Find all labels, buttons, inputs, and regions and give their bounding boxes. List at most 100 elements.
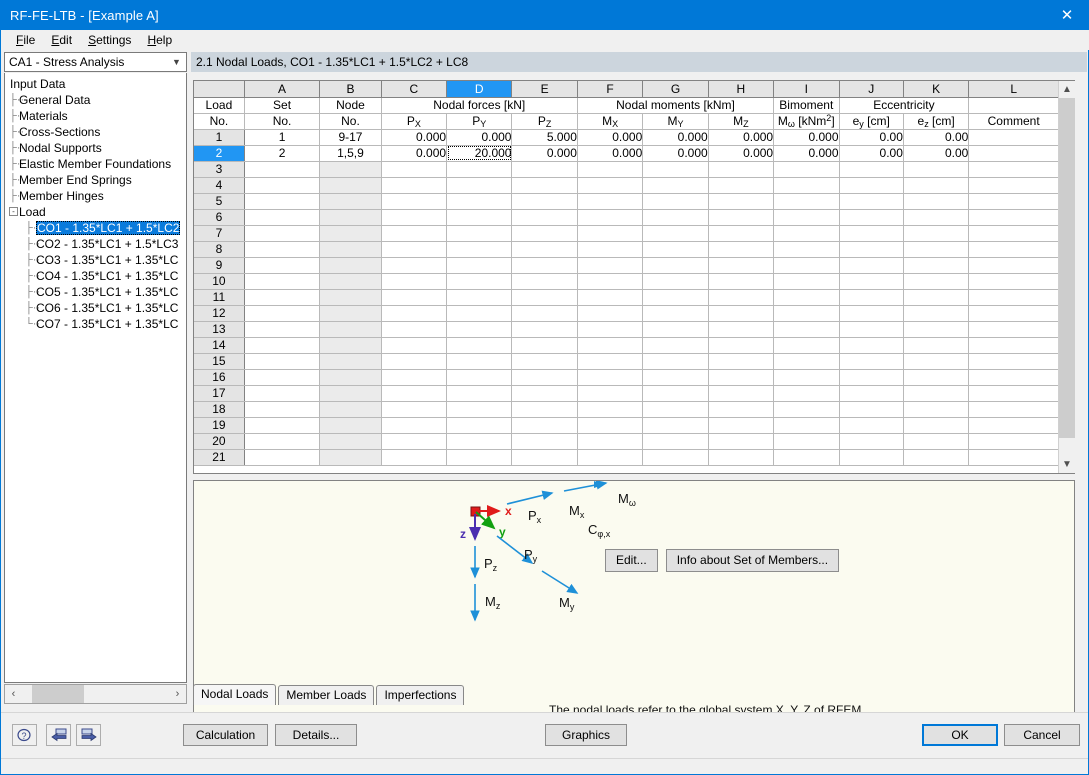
cell-L11[interactable] bbox=[968, 289, 1059, 306]
cell-J20[interactable] bbox=[839, 433, 904, 450]
next-icon[interactable] bbox=[76, 724, 101, 746]
cell-K7[interactable] bbox=[903, 225, 970, 242]
tree-item[interactable]: ├·· Cross-Sections bbox=[5, 124, 186, 140]
cell-J1[interactable]: 0.00 bbox=[839, 129, 904, 146]
cell-F7[interactable] bbox=[577, 225, 644, 242]
cell-K14[interactable] bbox=[903, 337, 970, 354]
menu-item-settings[interactable]: Settings bbox=[80, 31, 139, 49]
column-header-F[interactable]: F bbox=[577, 81, 644, 98]
cell-B15[interactable] bbox=[319, 353, 382, 370]
cell-L9[interactable] bbox=[968, 257, 1059, 274]
cell-E14[interactable] bbox=[511, 337, 578, 354]
cell-J21[interactable] bbox=[839, 449, 904, 466]
cell-H14[interactable] bbox=[708, 337, 775, 354]
cell-G17[interactable] bbox=[642, 385, 709, 402]
tree-item[interactable]: ├·· Elastic Member Foundations bbox=[5, 156, 186, 172]
cell-C8[interactable] bbox=[381, 241, 448, 258]
cell-H13[interactable] bbox=[708, 321, 775, 338]
cell-D8[interactable] bbox=[446, 241, 513, 258]
tab-member-loads[interactable]: Member Loads bbox=[278, 685, 375, 705]
cell-A11[interactable] bbox=[244, 289, 321, 306]
cell-L3[interactable] bbox=[968, 161, 1059, 178]
cell-K11[interactable] bbox=[903, 289, 970, 306]
tree-item[interactable]: ├·· CO3 - 1.35*LC1 + 1.35*LC bbox=[5, 252, 186, 268]
cell-H18[interactable] bbox=[708, 401, 775, 418]
table-row[interactable]: 6 bbox=[194, 209, 1059, 226]
cell-D1[interactable]: 0.000 bbox=[446, 129, 513, 146]
cell-F18[interactable] bbox=[577, 401, 644, 418]
cell-A6[interactable] bbox=[244, 209, 321, 226]
cell-C17[interactable] bbox=[381, 385, 448, 402]
cell-A8[interactable] bbox=[244, 241, 321, 258]
cell-G7[interactable] bbox=[642, 225, 709, 242]
cell-A9[interactable] bbox=[244, 257, 321, 274]
table-vscrollbar[interactable]: ▲ ▼ bbox=[1058, 81, 1075, 473]
cell-L6[interactable] bbox=[968, 209, 1059, 226]
previous-icon[interactable] bbox=[46, 724, 71, 746]
cell-B21[interactable] bbox=[319, 449, 382, 466]
cell-H6[interactable] bbox=[708, 209, 775, 226]
cell-A13[interactable] bbox=[244, 321, 321, 338]
cell-E18[interactable] bbox=[511, 401, 578, 418]
cell-F11[interactable] bbox=[577, 289, 644, 306]
cell-I16[interactable] bbox=[773, 369, 840, 386]
cell-G6[interactable] bbox=[642, 209, 709, 226]
cell-B19[interactable] bbox=[319, 417, 382, 434]
table-row[interactable]: 19 bbox=[194, 417, 1059, 434]
cell-A4[interactable] bbox=[244, 177, 321, 194]
row-header-16[interactable]: 16 bbox=[194, 369, 245, 386]
tab-nodal-loads[interactable]: Nodal Loads bbox=[193, 684, 277, 705]
cell-D21[interactable] bbox=[446, 449, 513, 466]
cell-H16[interactable] bbox=[708, 369, 775, 386]
graphics-button[interactable]: Graphics bbox=[545, 724, 627, 746]
row-header-15[interactable]: 15 bbox=[194, 353, 245, 370]
column-header-H[interactable]: H bbox=[708, 81, 775, 98]
cell-J14[interactable] bbox=[839, 337, 904, 354]
cell-F4[interactable] bbox=[577, 177, 644, 194]
cell-C5[interactable] bbox=[381, 193, 448, 210]
cell-D14[interactable] bbox=[446, 337, 513, 354]
cell-L8[interactable] bbox=[968, 241, 1059, 258]
table-row[interactable]: 18 bbox=[194, 401, 1059, 418]
cell-E10[interactable] bbox=[511, 273, 578, 290]
cell-J2[interactable]: 0.00 bbox=[839, 145, 904, 162]
chevron-down-icon[interactable]: ▼ bbox=[1059, 456, 1075, 473]
tree-item[interactable]: ├·· Nodal Supports bbox=[5, 140, 186, 156]
table-row[interactable]: 11 bbox=[194, 289, 1059, 306]
cell-H7[interactable] bbox=[708, 225, 775, 242]
cell-A17[interactable] bbox=[244, 385, 321, 402]
grid[interactable]: A B C D E F G H I J K L Load Set Node Nodal forces [kN]… bbox=[194, 81, 1059, 466]
cell-I10[interactable] bbox=[773, 273, 840, 290]
row-header-1[interactable]: 1 bbox=[194, 129, 245, 146]
cancel-button[interactable]: Cancel bbox=[1004, 724, 1080, 746]
cell-L17[interactable] bbox=[968, 385, 1059, 402]
cell-J17[interactable] bbox=[839, 385, 904, 402]
cell-G8[interactable] bbox=[642, 241, 709, 258]
cell-E21[interactable] bbox=[511, 449, 578, 466]
cell-I5[interactable] bbox=[773, 193, 840, 210]
cell-E2[interactable]: 0.000 bbox=[511, 145, 578, 162]
cell-K20[interactable] bbox=[903, 433, 970, 450]
cell-B18[interactable] bbox=[319, 401, 382, 418]
cell-E4[interactable] bbox=[511, 177, 578, 194]
cell-J12[interactable] bbox=[839, 305, 904, 322]
cell-K15[interactable] bbox=[903, 353, 970, 370]
cell-F8[interactable] bbox=[577, 241, 644, 258]
cell-C10[interactable] bbox=[381, 273, 448, 290]
cell-F20[interactable] bbox=[577, 433, 644, 450]
details-button[interactable]: Details... bbox=[275, 724, 357, 746]
cell-A5[interactable] bbox=[244, 193, 321, 210]
cell-H8[interactable] bbox=[708, 241, 775, 258]
cell-D6[interactable] bbox=[446, 209, 513, 226]
table-row[interactable]: 16 bbox=[194, 369, 1059, 386]
cell-F13[interactable] bbox=[577, 321, 644, 338]
cell-H1[interactable]: 0.000 bbox=[708, 129, 775, 146]
tree-item[interactable]: ├·· CO5 - 1.35*LC1 + 1.35*LC bbox=[5, 284, 186, 300]
cell-L20[interactable] bbox=[968, 433, 1059, 450]
cell-I6[interactable] bbox=[773, 209, 840, 226]
row-header-10[interactable]: 10 bbox=[194, 273, 245, 290]
cell-B20[interactable] bbox=[319, 433, 382, 450]
cell-B5[interactable] bbox=[319, 193, 382, 210]
cell-I7[interactable] bbox=[773, 225, 840, 242]
cell-G3[interactable] bbox=[642, 161, 709, 178]
